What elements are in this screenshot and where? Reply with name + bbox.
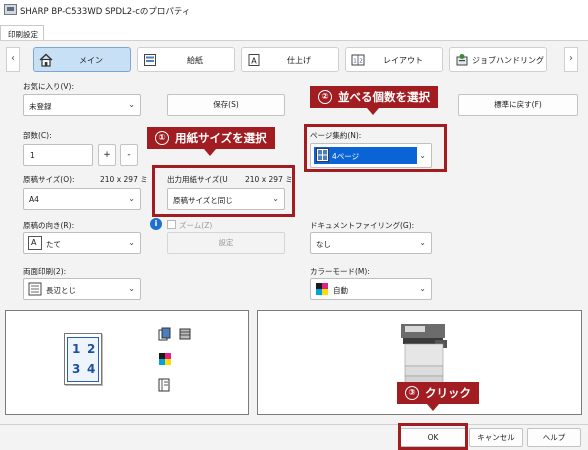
orientation-label: 原稿の向き(R): (23, 221, 75, 230)
original-size-label: 原稿サイズ(O): (23, 175, 75, 184)
staple-stack-icon (179, 328, 191, 340)
callout-pointer (204, 149, 216, 156)
ok-button-highlight (398, 423, 468, 450)
n-up-highlight (304, 124, 447, 172)
output-size-highlight (152, 165, 295, 217)
info-icon[interactable]: i (150, 218, 162, 230)
cancel-button[interactable]: キャンセル (469, 428, 523, 447)
job-handling-icon (456, 54, 468, 66)
original-size-value: A4 (29, 195, 39, 204)
preview-page-3: 3 (72, 362, 81, 376)
help-button[interactable]: ヘルプ (527, 428, 581, 447)
finishing-icon: A (248, 54, 260, 66)
callout-number: ③ (405, 386, 419, 400)
printer-window-icon (4, 4, 17, 15)
save-favorites-button[interactable]: 保存(S) (167, 94, 285, 116)
copy-pages-icon (158, 327, 171, 341)
copies-decrement-button[interactable]: - (120, 144, 138, 166)
callout-select-paper-size: ① 用紙サイズを選択 (147, 127, 275, 149)
chevron-down-icon: ⌄ (128, 238, 135, 247)
zoom-label: ズーム(Z) (179, 221, 213, 230)
chevron-down-icon: ⌄ (419, 238, 426, 247)
favorites-label: お気に入り(V): (23, 82, 75, 91)
orientation-select[interactable]: A たて ⌄ (23, 232, 141, 254)
duplex-long-edge-icon (28, 282, 42, 296)
document-filing-value: なし (316, 240, 331, 249)
layout-icon: 1 2 (351, 54, 365, 66)
home-icon (39, 53, 53, 67)
toolbar-tab-finishing[interactable]: A 仕上げ (241, 47, 339, 72)
zoom-settings-button[interactable]: 設定 (167, 232, 285, 254)
toolbar-tab-paper-source-label: 給紙 (187, 56, 203, 65)
toolbar-tab-paper-source[interactable]: 給紙 (137, 47, 235, 72)
restore-defaults-button[interactable]: 標準に戻す(F) (458, 94, 578, 116)
paper-tray-icon (144, 54, 156, 66)
toolbar-tab-job-handling-label: ジョブハンドリング (472, 56, 544, 65)
toolbar-tab-job-handling[interactable]: ジョブハンドリング (449, 47, 547, 72)
duplex-value: 長辺とじ (46, 286, 76, 295)
toolbar-tab-layout-label: レイアウト (383, 56, 423, 65)
favorites-value: 未登録 (29, 102, 52, 111)
toolbar-tab-finishing-label: 仕上げ (287, 56, 311, 65)
zoom-checkbox[interactable] (167, 220, 176, 229)
portrait-page-icon: A (28, 236, 42, 250)
layout-preview-panel (5, 310, 249, 415)
color-mode-label: カラーモード(M): (310, 267, 370, 276)
color-mode-select[interactable]: 自動 ⌄ (310, 278, 432, 300)
toolbar-tab-main[interactable]: メイン (33, 47, 131, 72)
copies-label: 部数(C): (23, 131, 52, 140)
toolbar-tab-layout[interactable]: 1 2 レイアウト (345, 47, 443, 72)
callout-pointer (427, 404, 439, 411)
copies-increment-button[interactable]: + (98, 144, 116, 166)
copies-value: 1 (30, 151, 35, 160)
svg-text:1: 1 (353, 59, 357, 65)
callout-number: ① (155, 131, 169, 145)
tab-strip (0, 24, 588, 40)
callout-text: 用紙サイズを選択 (175, 131, 267, 145)
preview-page-2: 2 (87, 342, 96, 356)
original-size-select[interactable]: A4 ⌄ (23, 188, 141, 210)
scroll-right-arrow[interactable]: › (564, 47, 578, 72)
svg-text:A: A (251, 57, 257, 66)
color-mode-preview-icon (159, 353, 171, 365)
original-size-dimensions: 210 x 297 ミ (100, 175, 148, 184)
preview-page-1: 1 (72, 342, 81, 356)
document-filing-select[interactable]: なし ⌄ (310, 232, 432, 254)
chevron-down-icon: ⌄ (128, 284, 135, 293)
chevron-down-icon: ⌄ (128, 100, 135, 109)
tab-print-settings[interactable]: 印刷設定 (0, 25, 44, 40)
callout-select-n-up: ② 並べる個数を選択 (310, 86, 438, 108)
orientation-value: たて (46, 240, 61, 249)
duplex-select[interactable]: 長辺とじ ⌄ (23, 278, 141, 300)
duplex-label: 両面印刷(2): (23, 267, 67, 276)
window-title: SHARP BP-C533WD SPDL2-cのプロパティ (20, 7, 191, 17)
callout-pointer (367, 108, 379, 115)
preview-page-4: 4 (87, 362, 96, 376)
chevron-down-icon: ⌄ (128, 194, 135, 203)
document-filing-label: ドキュメントファイリング(G): (310, 221, 415, 230)
svg-text:2: 2 (359, 59, 363, 65)
callout-click-ok: ③ クリック (397, 382, 479, 404)
callout-text: クリック (425, 386, 471, 400)
chevron-down-icon: ⌄ (419, 284, 426, 293)
layout-preview-page: 1 2 3 4 (64, 333, 102, 385)
duplex-preview-icon (158, 378, 170, 392)
color-mode-value: 自動 (333, 286, 348, 295)
toolbar-tab-main-label: メイン (79, 56, 103, 65)
scroll-left-arrow[interactable]: ‹ (6, 47, 20, 72)
callout-text: 並べる個数を選択 (338, 90, 430, 104)
callout-number: ② (318, 90, 332, 104)
copies-input[interactable]: 1 (23, 144, 93, 166)
favorites-select[interactable]: 未登録 ⌄ (23, 94, 141, 116)
color-mode-icon (315, 282, 329, 296)
